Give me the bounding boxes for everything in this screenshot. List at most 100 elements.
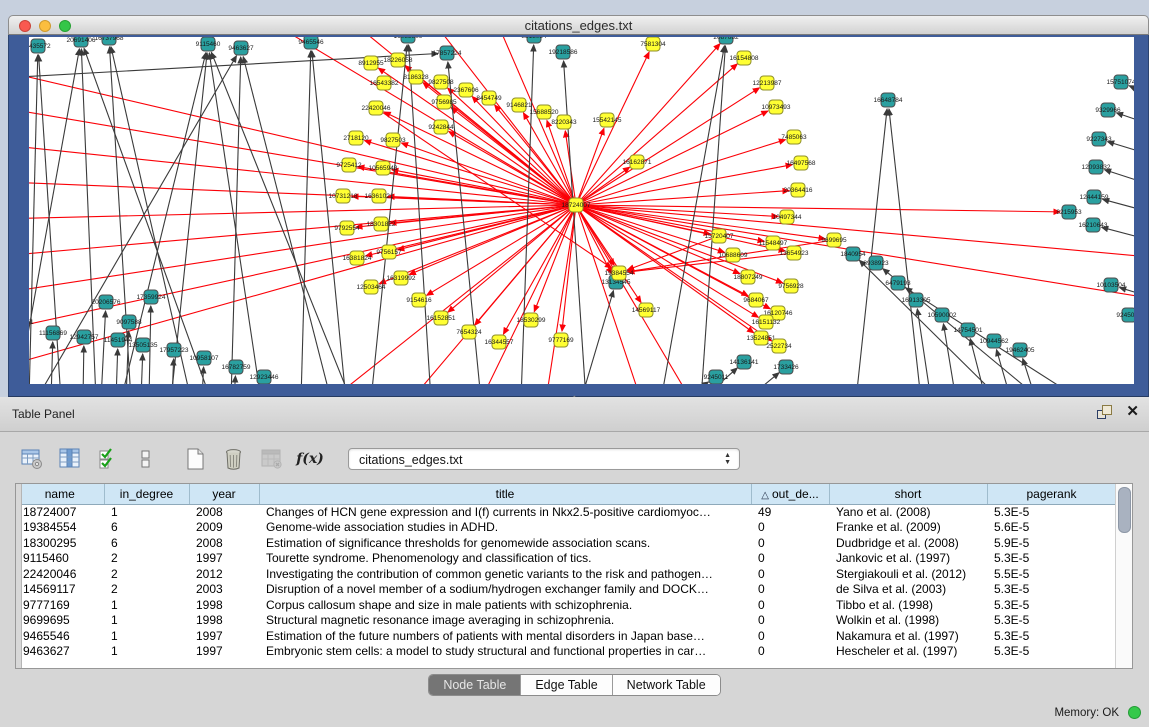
graph-node[interactable]: 16152851 [427, 311, 456, 325]
table-row[interactable]: 1938455462009Genome-wide association stu… [16, 520, 1116, 536]
graph-node[interactable]: 9465546 [298, 37, 324, 49]
graph-node[interactable]: 9699695 [821, 233, 847, 247]
select-all-columns-button[interactable] [94, 445, 122, 473]
graph-node[interactable]: 1733426 [773, 360, 799, 374]
graph-node[interactable]: 18807249 [734, 270, 763, 284]
graph-node[interactable]: 16162871 [623, 155, 652, 169]
graph-node[interactable]: 2367606 [453, 83, 479, 97]
graph-node[interactable]: 2718120 [343, 131, 369, 145]
table-selector-dropdown[interactable]: citations_edges.txt ▲▼ [348, 448, 740, 470]
table-options-button[interactable] [18, 445, 46, 473]
graph-node[interactable]: 19218586 [549, 45, 578, 59]
scrollbar-thumb[interactable] [1118, 487, 1131, 533]
column-header-title[interactable]: title [259, 484, 751, 504]
network-canvas[interactable]: 9435572 2069140616737968 9115460 9463627 946… [29, 37, 1134, 384]
graph-node[interactable]: 2087682 [713, 37, 739, 44]
column-header-year[interactable]: year [189, 484, 259, 504]
graph-node[interactable]: 9245011 [704, 370, 729, 384]
tab-node-table[interactable]: Node Table [429, 675, 521, 695]
row-column-mapping-button[interactable] [132, 445, 160, 473]
show-columns-button[interactable] [56, 445, 84, 473]
table-row[interactable]: 969969511998Structural magnetic resonanc… [16, 613, 1116, 629]
graph-node[interactable]: 12942757 [70, 330, 99, 344]
graph-node[interactable]: 16497568 [787, 156, 816, 170]
column-header-name[interactable]: name [16, 484, 104, 504]
vertical-scrollbar[interactable] [1115, 484, 1132, 668]
graph-node[interactable]: 9463627 [228, 41, 254, 55]
graph-node[interactable]: 15542145 [593, 113, 622, 127]
graph-node[interactable]: 16344557 [485, 335, 514, 349]
column-header-out_degree[interactable]: △out_de... [751, 484, 829, 504]
graph-node[interactable]: 10731218 [329, 189, 358, 203]
graph-node[interactable]: 17359924 [137, 290, 166, 304]
graph-node[interactable]: 9777169 [548, 333, 574, 347]
graph-node[interactable]: 9146821 [506, 98, 532, 112]
delete-table-button[interactable] [220, 445, 248, 473]
tab-network-table[interactable]: Network Table [613, 675, 720, 695]
table-row[interactable]: 946362711997Embryonic stem cells: a mode… [16, 644, 1116, 660]
close-panel-icon[interactable]: ✕ [1126, 405, 1139, 419]
graph-node-label: 9756985 [431, 99, 457, 106]
graph-node[interactable]: 9827503 [380, 133, 406, 147]
graph-node[interactable]: 7485063 [781, 130, 807, 144]
graph-node[interactable]: 8220343 [551, 115, 577, 129]
graph-node[interactable]: 7654324 [456, 325, 482, 339]
graph-node[interactable]: 16154808 [730, 51, 759, 65]
graph-node[interactable]: 9329966 [1095, 103, 1121, 117]
graph-node[interactable]: 9435572 [29, 39, 51, 53]
graph-node[interactable]: 16033809 [394, 37, 423, 43]
graph-node-label: 18226058 [384, 57, 413, 64]
graph-node[interactable]: 14569117 [632, 303, 661, 317]
graph-node[interactable]: 9115460 [196, 37, 221, 51]
graph-node[interactable]: 12923446 [250, 370, 279, 384]
window-titlebar[interactable]: citations_edges.txt [8, 15, 1149, 35]
graph-node[interactable]: 20364416 [784, 183, 813, 197]
graph-node[interactable]: 9725412 [336, 158, 362, 172]
column-header-pagerank[interactable]: pagerank [987, 484, 1116, 504]
graph-node[interactable]: 16361021 [365, 189, 394, 203]
graph-node[interactable]: 9756928 [778, 279, 804, 293]
graph-node[interactable]: 14136141 [730, 355, 759, 369]
create-table-button[interactable] [182, 445, 210, 473]
column-header-short[interactable]: short [829, 484, 987, 504]
graph-node[interactable]: 9097588 [116, 315, 142, 329]
float-panel-icon[interactable] [1097, 405, 1112, 419]
graph-node[interactable]: 17857224 [433, 46, 462, 60]
graph-node[interactable]: 12093832 [1082, 160, 1111, 174]
table-row[interactable]: 946554611997Estimation of the future num… [16, 628, 1116, 644]
table-row[interactable]: 1456911722003Disruption of a novel membe… [16, 582, 1116, 598]
graph-node[interactable]: 8813054 [521, 37, 547, 43]
graph-node[interactable]: 7581304 [640, 37, 666, 51]
function-builder-button[interactable]: f(x) [296, 445, 324, 473]
graph-node[interactable]: 8215953 [1056, 205, 1082, 219]
graph-node[interactable]: 18301822 [367, 217, 396, 231]
memory-ok-indicator[interactable] [1128, 706, 1141, 719]
graph-node[interactable]: 12213987 [753, 76, 782, 90]
graph-node[interactable]: 16648784 [874, 93, 903, 107]
tab-edge-table[interactable]: Edge Table [521, 675, 612, 695]
graph-node[interactable]: 17957223 [160, 343, 189, 357]
graph-node[interactable]: 8454749 [476, 91, 502, 105]
graph-node[interactable]: 16737968 [95, 37, 124, 45]
graph-node[interactable]: 9154616 [406, 293, 432, 307]
table-row[interactable]: 1830029562008Estimation of significance … [16, 535, 1116, 551]
graph-node[interactable]: 20691406 [67, 37, 96, 47]
graph-node[interactable]: 16782759 [222, 360, 251, 374]
table-row[interactable]: 911546021997Tourette syndrome. Phenomeno… [16, 551, 1116, 567]
graph-node[interactable]: 10497344 [773, 210, 802, 224]
graph-node[interactable]: 10944562 [980, 334, 1009, 348]
graph-node[interactable]: 11156869 [39, 326, 67, 340]
graph-node[interactable]: 16543382 [370, 76, 399, 90]
graph-node[interactable]: 18530299 [517, 313, 546, 327]
graph-node[interactable]: 9792554 [334, 221, 360, 235]
graph-node[interactable]: 16210643 [1079, 218, 1108, 232]
graph-node[interactable]: 9227343 [1086, 132, 1112, 146]
column-header-in_degree[interactable]: in_degree [104, 484, 189, 504]
table-row[interactable]: 977716911998Corpus callosum shape and si… [16, 597, 1116, 613]
graph-node[interactable]: 12444159 [1080, 190, 1109, 204]
table-row[interactable]: 2242004622012Investigating the contribut… [16, 566, 1116, 582]
table-row[interactable]: 1872400712008Changes of HCN gene express… [16, 504, 1116, 520]
graph-node[interactable]: 16381824 [343, 251, 372, 265]
graph-node[interactable]: 9245012 [1116, 308, 1134, 322]
graph-node[interactable]: 15751074 [1107, 75, 1134, 89]
